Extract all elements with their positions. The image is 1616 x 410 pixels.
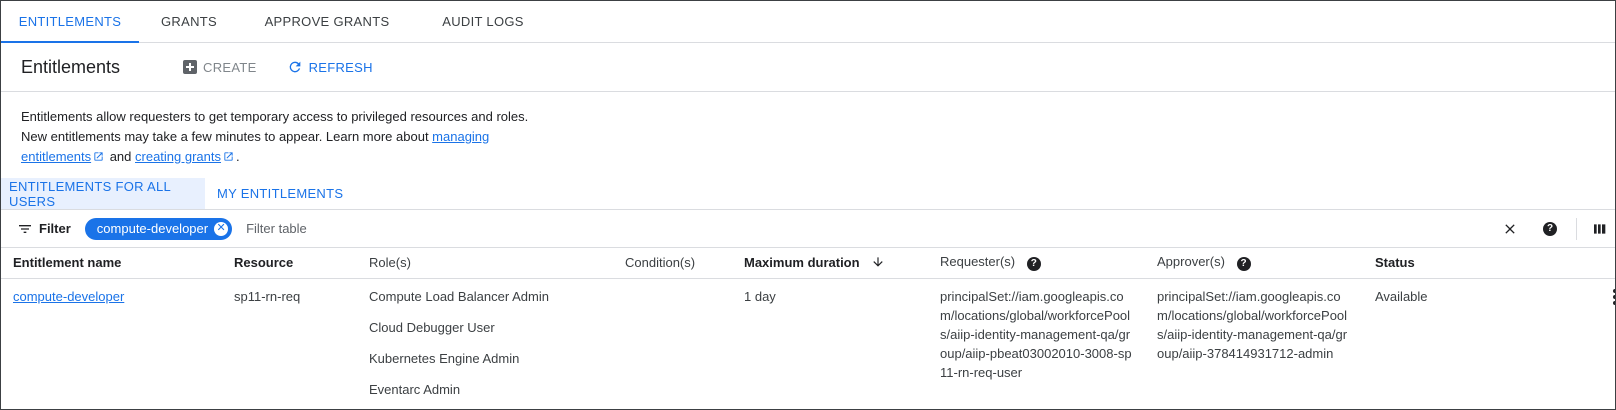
- col-header-roles: Role(s): [357, 248, 613, 279]
- help-icon[interactable]: ?: [1026, 257, 1041, 272]
- add-box-icon: [183, 60, 197, 74]
- arrow-downward-icon: [873, 257, 883, 267]
- approvers-label: Approver(s): [1157, 254, 1225, 270]
- divider: [1576, 218, 1577, 240]
- row-actions: [1491, 287, 1615, 305]
- description-line-3: entitlements and creating grants.: [21, 147, 1595, 167]
- app-frame: ENTITLEMENTS GRANTS APPROVE GRANTS AUDIT…: [0, 0, 1616, 410]
- filter-list-icon: [19, 224, 31, 233]
- filter-chip[interactable]: compute-developer ✕: [84, 217, 233, 240]
- col-header-status[interactable]: Status: [1363, 248, 1479, 279]
- filter-help-button[interactable]: ?: [1530, 222, 1570, 236]
- tab-entitlements[interactable]: ENTITLEMENTS: [1, 1, 139, 43]
- page-header: Entitlements CREATE REFRESH: [1, 43, 1615, 92]
- refresh-icon: [289, 61, 300, 73]
- tab-audit-logs[interactable]: AUDIT LOGS: [415, 1, 551, 42]
- col-header-approvers: Approver(s) ?: [1145, 248, 1363, 279]
- col-header-resource[interactable]: Resource: [222, 248, 357, 279]
- approver-cell: principalSet://iam.googleapis.com/locati…: [1157, 288, 1348, 361]
- creating-grants-link[interactable]: creating grants: [135, 149, 221, 164]
- role-item: Kubernetes Engine Admin: [369, 350, 520, 366]
- role-item: Cloud Debugger User: [369, 319, 495, 335]
- refresh-button[interactable]: REFRESH: [287, 59, 373, 75]
- tab-entitlements-for-all-users[interactable]: ENTITLEMENTS FOR ALL USERS: [1, 178, 205, 209]
- filter-chip-label: compute-developer: [96, 221, 209, 236]
- page-description: Entitlements allow requesters to get tem…: [1, 92, 1615, 178]
- role-item: Compute Load Balancer Admin: [369, 288, 549, 304]
- external-link-icon: [224, 152, 233, 161]
- filter-label: Filter: [39, 221, 71, 236]
- row-actions-cell: [1479, 278, 1615, 409]
- status-cell: Available: [1375, 288, 1428, 304]
- create-button-label: CREATE: [203, 59, 257, 75]
- page-title: Entitlements: [21, 56, 121, 77]
- create-button[interactable]: CREATE: [183, 60, 257, 75]
- managing-entitlements-link[interactable]: managing: [432, 129, 489, 144]
- description-period: .: [236, 149, 240, 164]
- close-icon: [1505, 224, 1515, 234]
- table-row: compute-developer sp11-rn-req Compute Lo…: [1, 278, 1615, 409]
- entitlement-name-link[interactable]: compute-developer: [13, 289, 124, 304]
- table-header-row: Entitlement name Resource Role(s) Condit…: [1, 248, 1615, 279]
- description-and: and: [106, 149, 136, 164]
- conditions-cell: [613, 278, 732, 409]
- help-icon: ?: [1543, 222, 1557, 236]
- requesters-label: Requester(s): [940, 254, 1016, 270]
- sub-tabs: ENTITLEMENTS FOR ALL USERS MY ENTITLEMEN…: [1, 178, 1615, 210]
- chip-remove-icon[interactable]: ✕: [214, 221, 229, 236]
- description-text: New entitlements may take a few minutes …: [21, 129, 433, 144]
- description-line-1: Entitlements allow requesters to get tem…: [21, 109, 529, 124]
- roles-cell: Compute Load Balancer Admin Cloud Debugg…: [357, 278, 613, 409]
- tab-my-entitlements[interactable]: MY ENTITLEMENTS: [205, 178, 351, 209]
- entitlements-table: Entitlement name Resource Role(s) Condit…: [1, 248, 1615, 409]
- max-duration-label: Maximum duration: [744, 255, 860, 271]
- filter-bar: Filter compute-developer ✕ ?: [1, 210, 1615, 248]
- tab-grants[interactable]: GRANTS: [139, 1, 239, 42]
- max-duration-cell: 1 day: [744, 288, 776, 304]
- tab-approve-grants[interactable]: APPROVE GRANTS: [239, 1, 415, 42]
- role-item: Eventarc Admin: [369, 381, 461, 397]
- col-header-max-duration[interactable]: Maximum duration: [732, 248, 928, 279]
- top-tabs: ENTITLEMENTS GRANTS APPROVE GRANTS AUDIT…: [1, 1, 1615, 43]
- resource-cell: sp11-rn-req: [234, 288, 301, 304]
- managing-entitlements-link-cont[interactable]: entitlements: [21, 149, 91, 164]
- col-header-requesters: Requester(s) ?: [928, 248, 1145, 279]
- requester-cell: principalSet://iam.googleapis.com/locati…: [940, 288, 1132, 380]
- filter-button[interactable]: Filter: [17, 221, 71, 237]
- description-line-2: New entitlements may take a few minutes …: [21, 127, 1595, 147]
- col-header-conditions: Condition(s): [613, 248, 732, 279]
- filter-bar-actions: ?: [1490, 210, 1615, 248]
- col-header-actions: [1479, 248, 1615, 279]
- help-icon[interactable]: ?: [1236, 257, 1251, 272]
- view-column-icon: [1594, 224, 1606, 234]
- col-header-name[interactable]: Entitlement name: [1, 248, 222, 279]
- external-link-icon: [94, 152, 103, 161]
- column-display-button[interactable]: [1585, 221, 1615, 237]
- filter-input[interactable]: [246, 221, 547, 236]
- clear-filter-button[interactable]: [1490, 221, 1530, 237]
- refresh-button-label: REFRESH: [308, 59, 373, 75]
